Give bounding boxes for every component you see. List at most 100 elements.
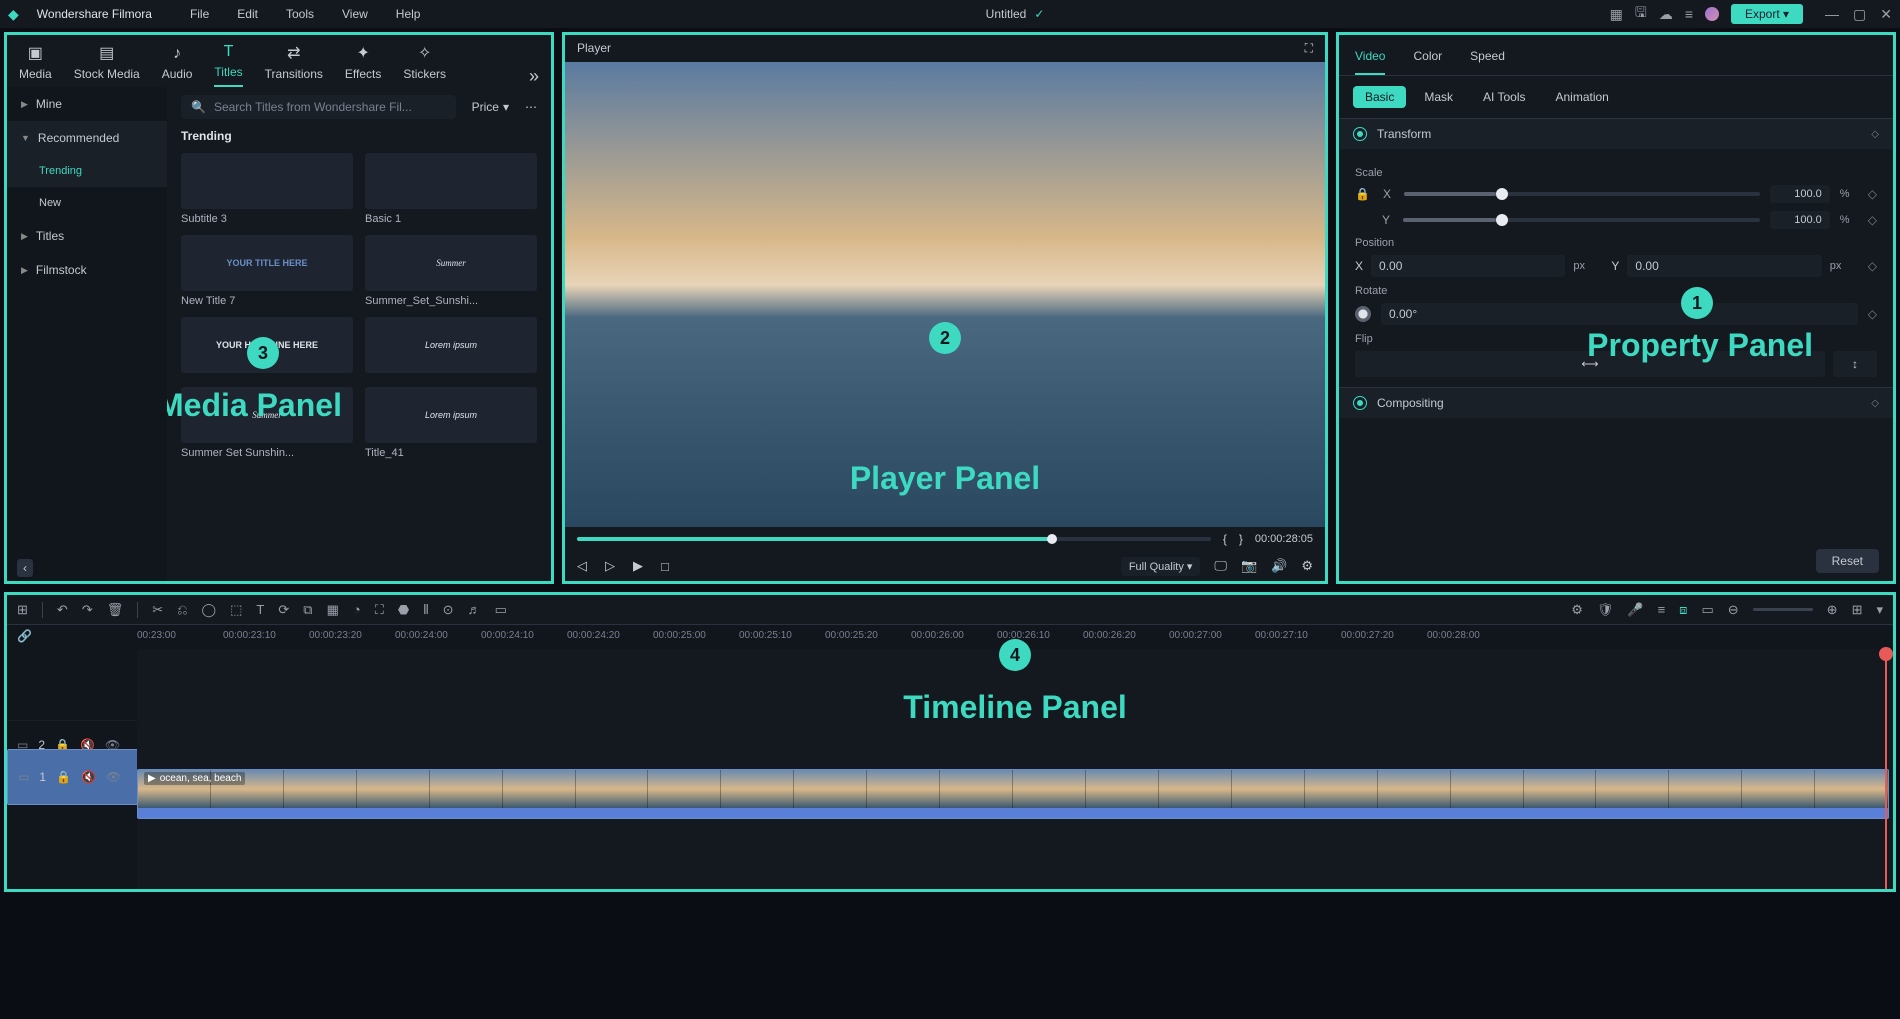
tab-stock-media[interactable]: ▤Stock Media <box>74 43 140 87</box>
camera-icon[interactable]: 📷 <box>1241 558 1257 574</box>
tl-edit-icon[interactable]: ⎌ <box>177 602 187 618</box>
scale-y-input[interactable]: 100.0 <box>1770 211 1830 229</box>
video-clip[interactable]: ▶ocean, sea, beach <box>137 769 1889 819</box>
subtab-aitools[interactable]: AI Tools <box>1471 86 1537 108</box>
title-thumb[interactable]: SummerSummer Set Sunshin... <box>181 387 353 459</box>
export-button[interactable]: Export ▾ <box>1731 4 1803 24</box>
compositing-section-header[interactable]: Compositing ◇ <box>1339 388 1893 418</box>
tl-list-icon[interactable]: ≡ <box>1658 602 1666 617</box>
scale-x-slider[interactable] <box>1404 192 1760 196</box>
sidebar-back-icon[interactable]: ‹ <box>17 559 33 577</box>
keyframe-icon[interactable]: ◇ <box>1868 259 1877 273</box>
zoom-in-icon[interactable]: ⊕ <box>1827 602 1838 618</box>
zoom-slider[interactable] <box>1753 608 1813 611</box>
more-icon[interactable]: ⋯ <box>525 100 537 114</box>
sidebar-item-mine[interactable]: ▶Mine <box>7 87 167 121</box>
lock-icon[interactable]: 🔒 <box>1355 187 1370 201</box>
snapshot-icon[interactable]: ⛶ <box>1305 41 1313 56</box>
sidebar-item-trending[interactable]: Trending <box>7 155 167 187</box>
play-icon[interactable]: ▶ <box>633 558 643 574</box>
flip-horizontal-button[interactable]: ⟷ <box>1355 351 1825 377</box>
tab-transitions[interactable]: ⇄Transitions <box>265 43 323 87</box>
split-icon[interactable]: ✂ <box>152 602 163 618</box>
tab-media[interactable]: ▣Media <box>19 43 52 87</box>
subtab-animation[interactable]: Animation <box>1543 86 1620 108</box>
title-thumb[interactable]: Subtitle 3 <box>181 153 353 225</box>
keyframe-icon[interactable]: ◇ <box>1871 398 1879 409</box>
prev-frame-icon[interactable]: ◁ <box>577 558 587 574</box>
tab-stickers[interactable]: ✧Stickers <box>403 43 446 87</box>
transform-section-header[interactable]: Transform ◇ <box>1339 119 1893 149</box>
tab-effects[interactable]: ✦Effects <box>345 43 381 87</box>
stop-icon[interactable]: □ <box>661 559 669 574</box>
avatar-icon[interactable] <box>1705 7 1719 21</box>
tl-fit-icon[interactable]: ⛶ <box>375 602 384 618</box>
delete-icon[interactable]: 🗑 <box>107 602 124 618</box>
menu-help[interactable]: Help <box>396 7 421 21</box>
pos-y-input[interactable]: 0.00 <box>1627 255 1821 277</box>
mark-in-icon[interactable]: { <box>1223 532 1227 546</box>
scrubber[interactable] <box>577 537 1211 541</box>
tab-titles[interactable]: TTitles <box>214 43 242 87</box>
sidebar-item-titles[interactable]: ▶Titles <box>7 219 167 253</box>
player-viewport[interactable]: 2 Player Panel <box>565 62 1325 527</box>
tl-render-icon[interactable]: ▭ <box>495 602 507 618</box>
tl-mix-icon[interactable]: ♬ <box>468 602 481 617</box>
layout-icon[interactable]: ▦ <box>1610 6 1623 23</box>
price-dropdown[interactable]: Price ▾ <box>466 96 515 118</box>
keyframe-icon[interactable]: ◇ <box>1868 187 1877 201</box>
tl-link-icon[interactable]: ⧉ <box>303 602 312 618</box>
compositing-toggle-icon[interactable] <box>1353 396 1367 410</box>
settings-icon[interactable]: ⚙ <box>1301 558 1313 574</box>
prop-tab-color[interactable]: Color <box>1413 43 1442 75</box>
tl-marker-icon[interactable]: ◯ <box>202 602 217 618</box>
subtab-mask[interactable]: Mask <box>1412 86 1465 108</box>
save-icon[interactable]: 🖫 <box>1635 2 1647 26</box>
quality-dropdown[interactable]: Full Quality ▾ <box>1121 557 1201 576</box>
keyframe-icon[interactable]: ◇ <box>1868 213 1877 227</box>
keyframe-icon[interactable]: ◇ <box>1871 129 1879 140</box>
speed-icon[interactable]: ⟳ <box>278 602 289 618</box>
scale-y-slider[interactable] <box>1403 218 1760 222</box>
tl-view-icon[interactable]: ⊞ <box>1852 602 1863 618</box>
tl-duration-icon[interactable]: ◔ <box>353 602 361 617</box>
scale-x-input[interactable]: 100.0 <box>1770 185 1830 203</box>
tl-tag-icon[interactable]: ⬣ <box>398 602 409 618</box>
subtab-basic[interactable]: Basic <box>1353 86 1406 108</box>
tabs-expand-icon[interactable]: » <box>529 66 539 87</box>
playhead[interactable] <box>1885 649 1887 889</box>
title-thumb[interactable]: Lorem ipsum <box>365 317 537 377</box>
tl-adjust-icon[interactable]: ⫴ <box>423 602 428 618</box>
redo-icon[interactable]: ↷ <box>82 602 93 618</box>
cloud-icon[interactable]: ☁ <box>1659 6 1673 23</box>
tab-audio[interactable]: ♪Audio <box>162 45 193 87</box>
tl-link-toggle-icon[interactable]: 🔗 <box>17 629 32 643</box>
tl-magnet-icon[interactable]: ⧈ <box>1679 602 1687 618</box>
minimize-icon[interactable]: — <box>1825 6 1839 23</box>
sidebar-item-new[interactable]: New <box>7 187 167 219</box>
undo-icon[interactable]: ↶ <box>57 602 68 618</box>
text-icon[interactable]: T <box>256 602 264 617</box>
eye-icon[interactable]: 👁 <box>106 770 121 784</box>
tl-menu-icon[interactable]: ⊞ <box>17 602 28 618</box>
prop-tab-video[interactable]: Video <box>1355 43 1385 75</box>
maximize-icon[interactable]: ▢ <box>1853 6 1866 23</box>
menu-tools[interactable]: Tools <box>286 7 314 21</box>
search-input[interactable]: 🔍Search Titles from Wondershare Fil... <box>181 95 456 119</box>
volume-icon[interactable]: 🔊 <box>1271 558 1287 574</box>
title-thumb[interactable]: SummerSummer_Set_Sunshi... <box>365 235 537 307</box>
timeline-ruler[interactable]: 🔗 00:23:0000:00:23:1000:00:23:2000:00:24… <box>7 625 1893 649</box>
keyframe-icon[interactable]: ◇ <box>1868 307 1877 321</box>
title-thumb[interactable]: Lorem ipsumTitle_41 <box>365 387 537 459</box>
tl-mic-icon[interactable]: 🎤 <box>1627 602 1643 618</box>
flip-vertical-button[interactable]: ↕ <box>1833 351 1877 377</box>
mute-icon[interactable]: 🔇 <box>81 770 96 784</box>
hamburger-icon[interactable]: ≡ <box>1685 6 1693 22</box>
prop-tab-speed[interactable]: Speed <box>1470 43 1505 75</box>
timeline-tracks[interactable]: 4 Timeline Panel ▶ocean, sea, beach <box>137 649 1893 889</box>
rotate-input[interactable]: 0.00° <box>1381 303 1858 325</box>
transform-toggle-icon[interactable] <box>1353 127 1367 141</box>
crop-icon[interactable]: ⬚ <box>230 602 242 618</box>
next-frame-icon[interactable]: ▷ <box>605 558 615 574</box>
close-icon[interactable]: ✕ <box>1880 6 1892 23</box>
